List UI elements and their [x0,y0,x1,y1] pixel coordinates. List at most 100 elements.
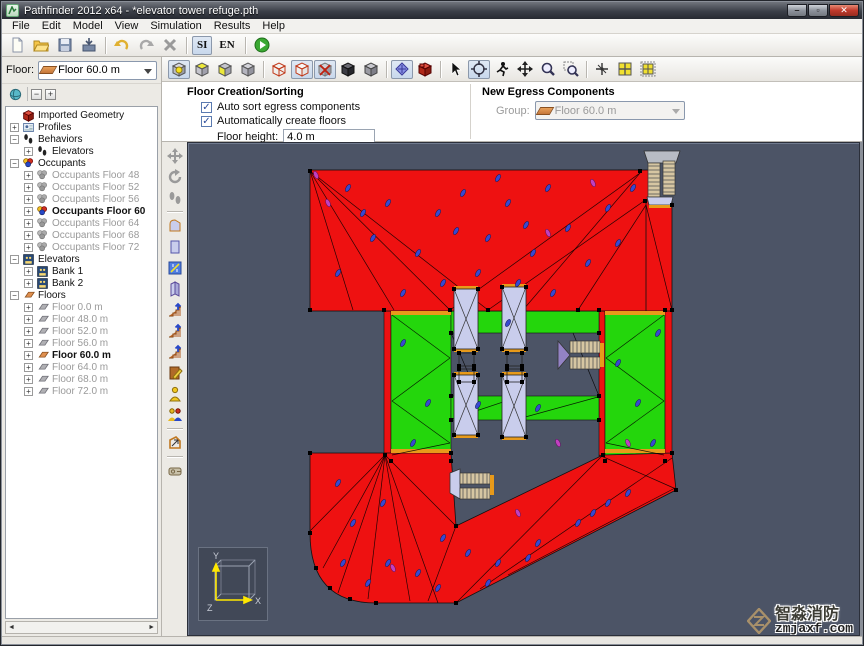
expand-icon[interactable]: + [24,338,33,348]
door-strip[interactable] [605,311,665,315]
snap-grid-button[interactable] [614,60,636,79]
expand-icon[interactable]: + [24,350,33,360]
door-strip[interactable] [649,205,671,208]
corridor-edge[interactable] [664,310,673,462]
rotate-objects-tool[interactable] [165,167,185,186]
zoom-tool-button[interactable] [537,60,559,79]
door-strip[interactable] [391,311,451,315]
refresh-view-button[interactable] [6,86,24,102]
scroll-right-icon[interactable]: ► [148,624,155,631]
expand-icon[interactable]: + [24,182,33,192]
expand-icon[interactable]: + [24,314,33,324]
door-strip[interactable] [605,449,665,453]
expand-icon[interactable]: + [10,122,19,132]
tree-item-elevators[interactable]: + Elevators [6,145,157,157]
zoom-box-tool-button[interactable] [560,60,582,79]
tree-item-occupants-floor-48[interactable]: + Occupants Floor 48 [6,169,157,181]
menu-view[interactable]: View [109,19,145,33]
tree-item-elevators[interactable]: − Elevators [6,253,157,265]
stairs[interactable] [662,160,676,196]
tree-item-floor-72-0-m[interactable]: + Floor 72.0 m [6,385,157,397]
elevator-door[interactable] [454,435,478,438]
new-file-button[interactable] [6,36,28,55]
wireframe-mode-button[interactable] [268,60,290,79]
model-canvas[interactable]: Y X Z 智淼消防 zmjaxf.com [187,142,860,636]
expand-icon[interactable]: + [24,242,33,252]
expand-icon[interactable]: + [24,278,33,288]
collapse-icon[interactable]: − [10,290,19,300]
import-button[interactable] [78,36,100,55]
run-simulation-button[interactable] [251,36,273,55]
tree-item-behaviors[interactable]: − Behaviors [6,133,157,145]
door-strip[interactable] [391,449,451,453]
elevator-door[interactable] [502,284,526,287]
tree-item-occupants[interactable]: − Occupants [6,157,157,169]
egress-group-dropdown[interactable]: Floor 60.0 m [534,101,685,120]
close-button[interactable]: ✕ [829,4,859,17]
expand-icon[interactable]: + [24,362,33,372]
undo-button[interactable] [111,36,133,55]
view-side-button[interactable] [237,60,259,79]
tree-item-occupants-floor-52[interactable]: + Occupants Floor 52 [6,181,157,193]
stairs-tool[interactable] [165,300,185,319]
menu-model[interactable]: Model [67,19,109,33]
call-point[interactable] [506,352,523,367]
tape-measure-tool[interactable] [165,461,185,480]
rectangle-room-tool[interactable] [165,237,185,256]
tree-item-occupants-floor-60[interactable]: + Occupants Floor 60 [6,205,157,217]
corridor-edge[interactable] [383,310,392,462]
save-file-button[interactable] [54,36,76,55]
tree-item-floor-52-0-m[interactable]: + Floor 52.0 m [6,325,157,337]
menu-results[interactable]: Results [208,19,257,33]
expand-icon[interactable]: + [24,170,33,180]
tree-item-occupants-floor-72[interactable]: + Occupants Floor 72 [6,241,157,253]
units-en-button[interactable]: EN [214,36,239,55]
auto-create-floors-checkbox[interactable]: ✓ [201,115,212,127]
show-imported-geometry-button[interactable] [414,60,436,79]
minimize-button[interactable]: – [787,4,807,17]
view-perspective-button[interactable] [168,59,190,79]
expand-icon[interactable]: + [24,302,33,312]
view-front-button[interactable] [214,60,236,79]
elevator-door[interactable] [502,372,526,375]
scroll-left-icon[interactable]: ◄ [8,624,15,631]
transparent-mode-button[interactable] [314,59,336,79]
redo-button[interactable] [135,36,157,55]
expand-icon[interactable]: + [24,386,33,396]
menu-help[interactable]: Help [256,19,291,33]
occupant-dot-selected[interactable] [554,439,561,448]
snap-point-button[interactable] [591,60,613,79]
expand-icon[interactable]: + [24,146,33,156]
expand-all-button[interactable]: + [45,88,56,100]
outline-mode-button[interactable] [291,59,313,79]
door-strip[interactable] [490,475,494,495]
elevator-door[interactable] [502,437,526,440]
view-top-button[interactable] [191,60,213,79]
tree-item-floors[interactable]: − Floors [6,289,157,301]
thin-room-tool[interactable] [165,258,185,277]
corridor-left[interactable] [390,310,452,462]
collapse-icon[interactable]: − [10,134,19,144]
maximize-button[interactable]: ▫ [808,4,828,17]
menu-edit[interactable]: Edit [36,19,67,33]
add-occupant-tool[interactable] [165,384,185,403]
pan-tool-button[interactable] [514,60,536,79]
tree-item-imported-geometry[interactable]: +Imported Geometry [6,109,157,122]
collapse-all-button[interactable]: − [31,88,42,100]
collapse-icon[interactable]: − [10,254,19,264]
door-tool[interactable] [165,279,185,298]
expand-icon[interactable]: + [24,266,33,276]
tree-item-floor-56-0-m[interactable]: + Floor 56.0 m [6,337,157,349]
elevator-door[interactable] [454,286,478,289]
stairs-landing-tool[interactable] [165,321,185,340]
expand-icon[interactable]: + [24,194,33,204]
expand-icon[interactable]: + [24,326,33,336]
tree-item-occupants-floor-68[interactable]: + Occupants Floor 68 [6,229,157,241]
menu-file[interactable]: File [6,19,36,33]
solid-mode-button[interactable] [360,60,382,79]
delete-button[interactable] [159,36,181,55]
stair-exit[interactable] [557,339,571,371]
units-si-button[interactable]: SI [192,35,213,55]
floor-selector-dropdown[interactable]: Floor 60.0 m [38,60,157,80]
solid-dark-mode-button[interactable] [337,60,359,79]
